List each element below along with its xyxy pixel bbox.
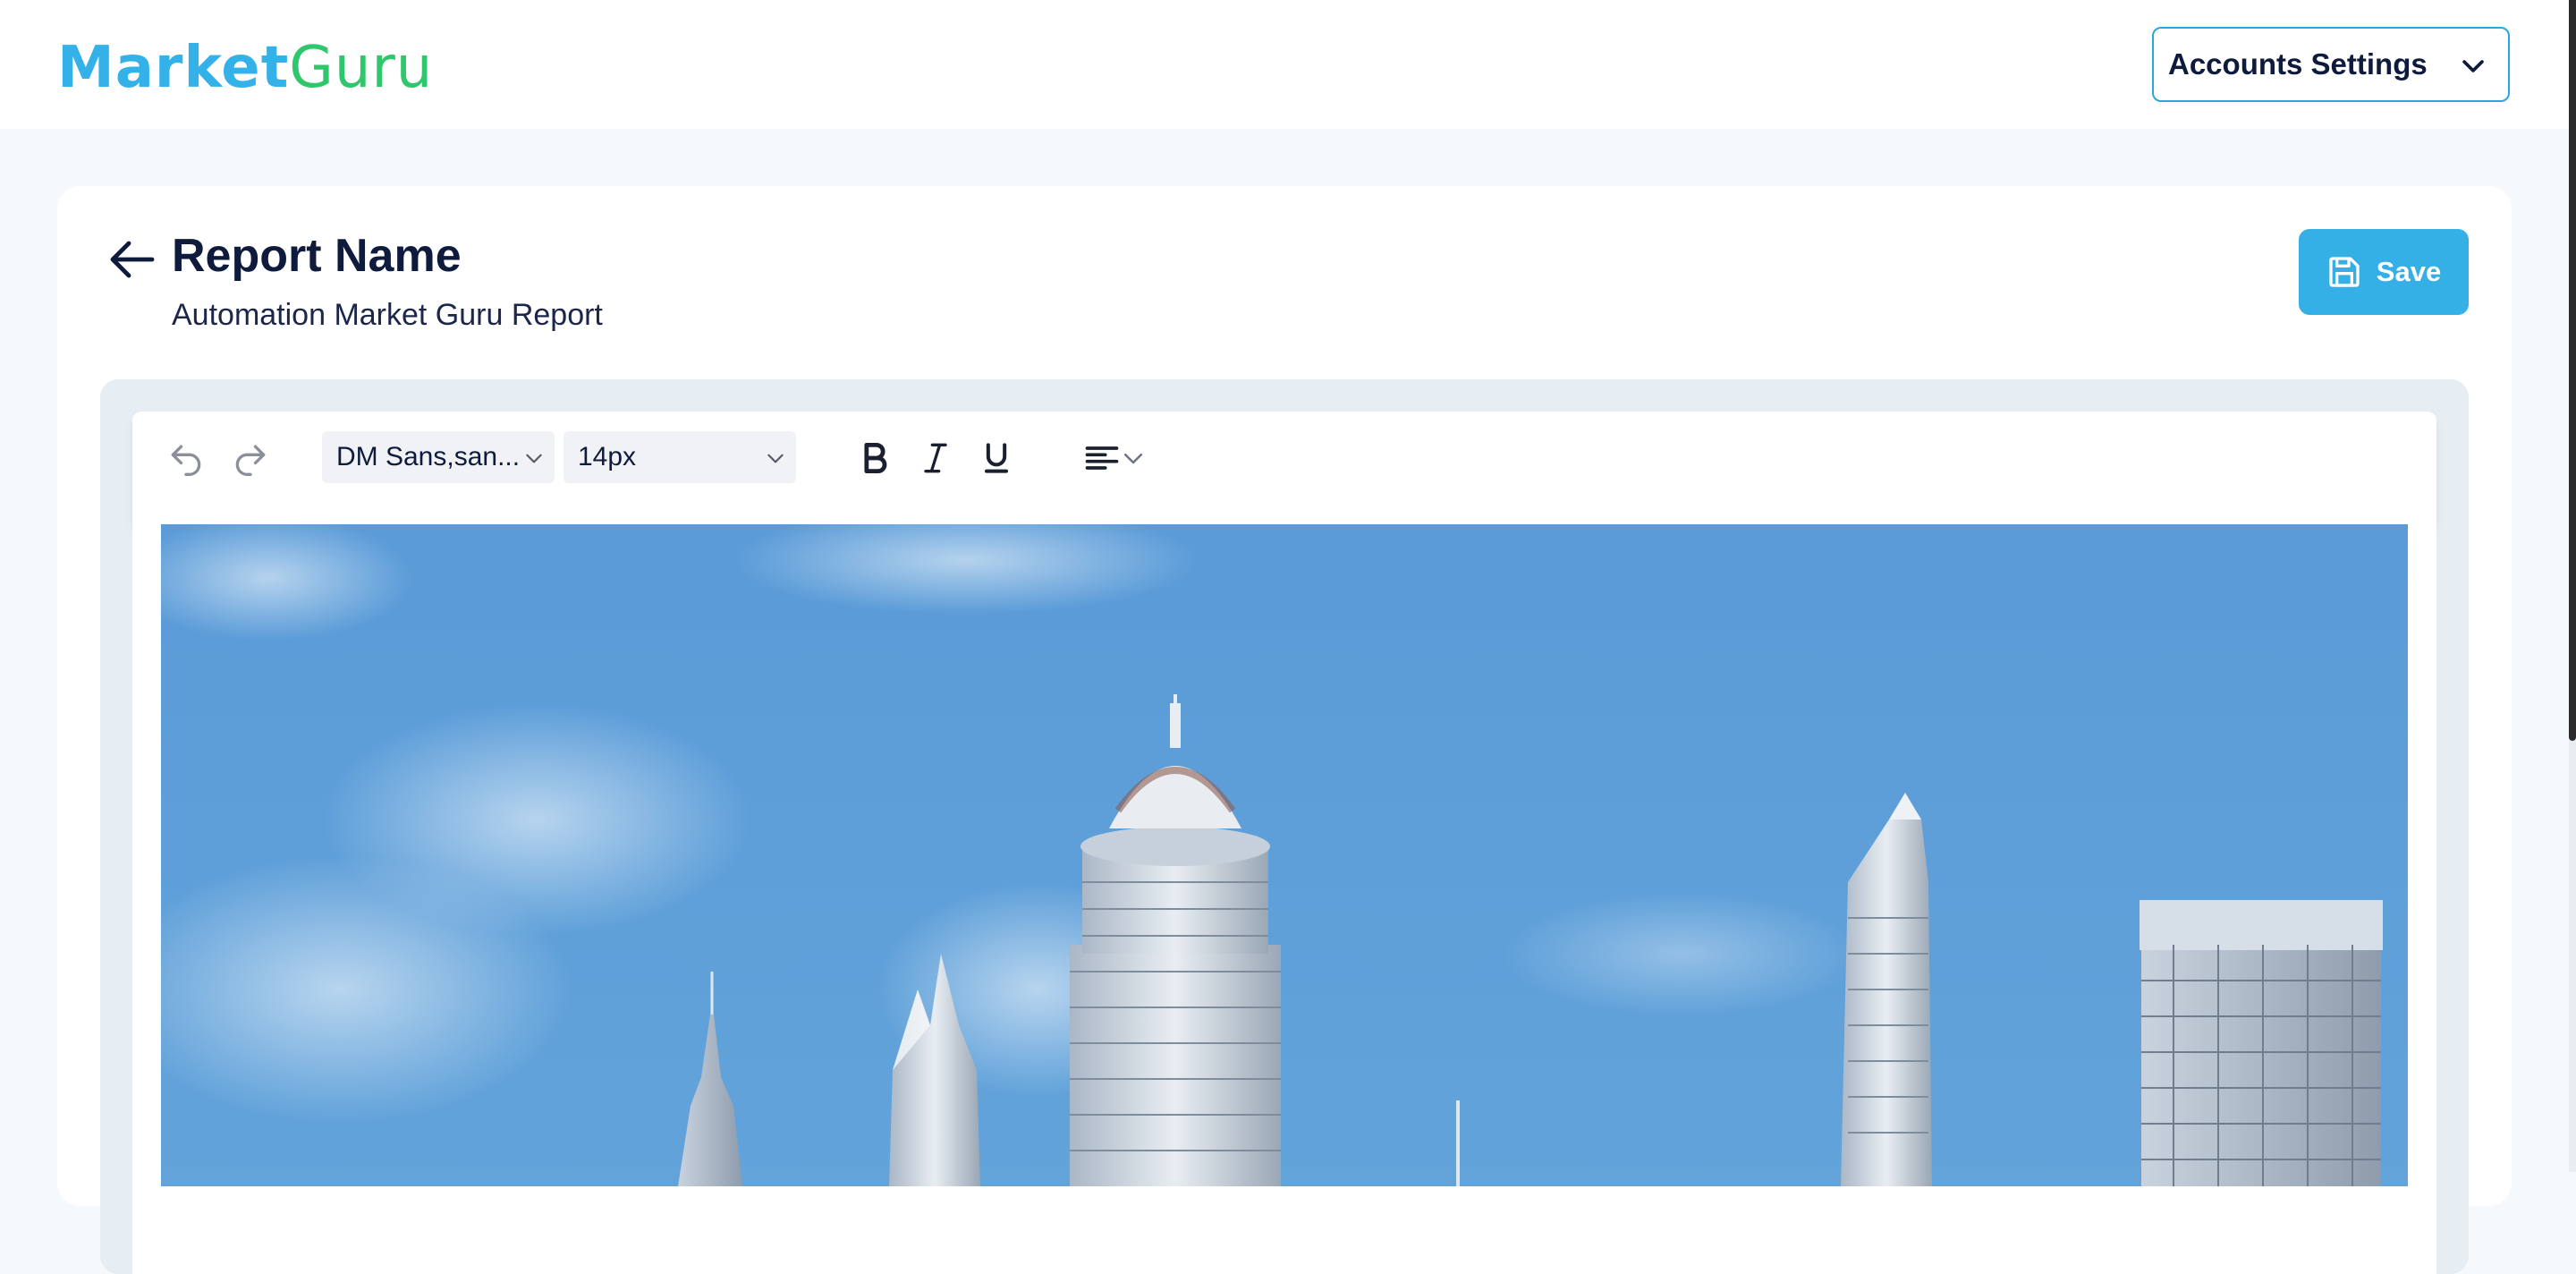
save-label: Save — [2376, 256, 2442, 287]
logo-text-market: Market — [57, 35, 290, 101]
arrow-left-icon[interactable] — [106, 233, 159, 286]
rich-text-editor: DM Sans,san... 14px — [100, 379, 2469, 1274]
editor-document[interactable] — [132, 524, 2436, 1274]
font-family-value: DM Sans,san... — [336, 442, 521, 471]
font-family-select[interactable]: DM Sans,san... — [322, 431, 555, 483]
report-card: Report Name Automation Market Guru Repor… — [57, 186, 2512, 1274]
page-title: Report Name — [172, 230, 462, 282]
scrollbar-thumb[interactable] — [2569, 0, 2576, 741]
chevron-down-icon[interactable] — [1120, 442, 1147, 474]
editor-toolbar: DM Sans,san... 14px — [132, 412, 2436, 524]
save-button[interactable]: Save — [2299, 229, 2469, 315]
font-size-value: 14px — [578, 442, 637, 471]
redo-icon[interactable] — [231, 438, 270, 478]
logo[interactable]: MarketGuru — [57, 32, 433, 104]
align-left-icon[interactable] — [1082, 438, 1122, 478]
chevron-down-icon — [526, 454, 542, 463]
undo-icon[interactable] — [166, 438, 206, 478]
chevron-down-icon — [767, 454, 784, 463]
chevron-down-icon — [2462, 60, 2484, 72]
report-subtitle: Automation Market Guru Report — [172, 298, 603, 332]
logo-text-guru: Guru — [289, 35, 434, 101]
top-header: MarketGuru Accounts Settings — [0, 0, 2569, 129]
page-scrollbar[interactable] — [2569, 0, 2576, 1172]
floppy-disk-icon — [2329, 257, 2360, 287]
underline-icon[interactable] — [977, 438, 1016, 478]
skyline-illustration — [161, 524, 2408, 1186]
bold-icon[interactable] — [855, 438, 894, 478]
font-size-select[interactable]: 14px — [564, 431, 796, 483]
accounts-settings-dropdown[interactable]: Accounts Settings — [2152, 27, 2510, 102]
city-skyline-image[interactable] — [161, 524, 2408, 1186]
italic-icon[interactable] — [916, 438, 955, 478]
accounts-settings-label: Accounts Settings — [2168, 47, 2428, 81]
